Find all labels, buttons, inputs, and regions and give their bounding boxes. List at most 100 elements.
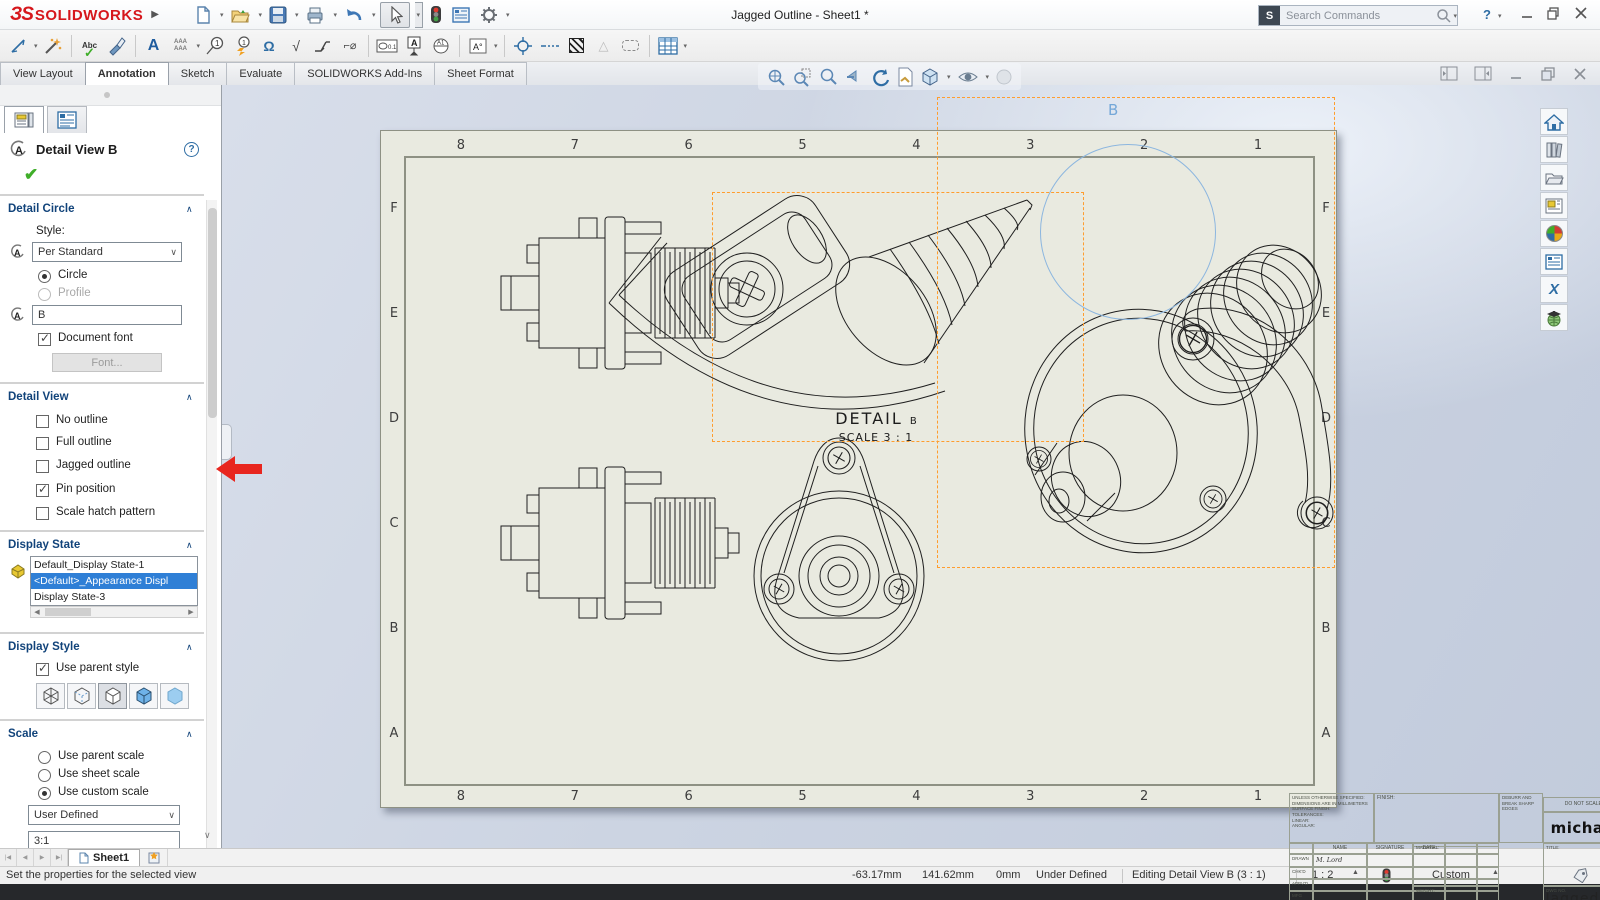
jagged-outline-checkbox[interactable] <box>36 460 49 473</box>
undo-caret[interactable]: ▾ <box>372 11 376 19</box>
section-scale[interactable]: Scale <box>8 728 38 740</box>
tables-icon[interactable] <box>656 33 680 59</box>
pane-left-icon[interactable] <box>1440 66 1458 82</box>
design-binder-button[interactable] <box>449 2 473 28</box>
magnetic-line-icon[interactable]: Ω <box>257 33 281 59</box>
select-tool-button[interactable] <box>380 2 410 28</box>
use-parent-scale-radio[interactable] <box>38 751 51 764</box>
search-icon[interactable] <box>1436 8 1452 24</box>
hidden-lines-visible-style-button[interactable] <box>67 683 96 709</box>
section-display-style[interactable]: Display Style <box>8 641 80 653</box>
hole-callout-icon[interactable]: ⌐⌀ <box>338 33 362 59</box>
status-lights-icon[interactable] <box>427 2 445 28</box>
options-caret[interactable]: ▾ <box>506 11 510 19</box>
learning-resources-icon[interactable] <box>1540 304 1568 331</box>
search-caret[interactable]: ▾ <box>1453 12 1457 20</box>
add-sheet-tab[interactable] <box>140 849 168 866</box>
datum-target-icon[interactable]: A1 <box>429 33 453 59</box>
display-state-hscrollbar[interactable]: ◀▶ <box>30 606 198 618</box>
wireframe-style-button[interactable] <box>36 683 65 709</box>
select-tool-caret[interactable]: ▾ <box>415 2 424 28</box>
revision-symbol-icon[interactable]: 0.1 <box>375 33 399 59</box>
no-outline-checkbox[interactable] <box>36 415 49 428</box>
style-dropdown[interactable]: Per Standard∨ <box>32 242 182 262</box>
home-icon[interactable] <box>1540 108 1568 135</box>
open-caret[interactable]: ▾ <box>258 11 262 19</box>
note-icon[interactable]: A <box>142 33 166 59</box>
detail-letter-input[interactable]: B <box>32 305 182 325</box>
balloon-icon[interactable]: 1 <box>203 33 227 59</box>
pane-right-icon[interactable] <box>1474 66 1492 82</box>
collapse-chevron-icon[interactable]: ∧ <box>186 729 193 740</box>
next-sheet-icon[interactable]: ▶ <box>34 849 51 866</box>
save-button[interactable] <box>266 2 290 28</box>
section-detail-view[interactable]: Detail View <box>8 391 69 403</box>
panel-splitter-handle[interactable] <box>222 424 232 460</box>
file-explorer-icon[interactable] <box>1540 164 1568 191</box>
tab-sheet-format[interactable]: Sheet Format <box>434 62 527 85</box>
use-parent-style-checkbox[interactable] <box>36 663 49 676</box>
scrollbar-thumb[interactable] <box>208 208 217 418</box>
custom-properties-icon[interactable] <box>1540 248 1568 275</box>
tab-view-layout[interactable]: View Layout <box>0 62 86 85</box>
hide-show-caret[interactable]: ▾ <box>986 73 990 81</box>
search-input[interactable]: Search Commands <box>1280 10 1436 22</box>
prev-sheet-icon[interactable]: ◀ <box>17 849 34 866</box>
spell-checker-icon[interactable]: Abc✓ <box>78 33 102 59</box>
new-document-caret[interactable]: ▾ <box>220 11 224 19</box>
shaded-with-edges-style-button[interactable] <box>129 683 158 709</box>
first-sheet-icon[interactable]: |◀ <box>0 849 17 866</box>
options-gear-button[interactable] <box>477 2 501 28</box>
centerline-icon[interactable] <box>538 33 562 59</box>
collapse-chevron-icon[interactable]: ∧ <box>186 204 193 215</box>
full-outline-checkbox[interactable] <box>36 437 49 450</box>
section-display-state[interactable]: Display State <box>8 539 80 551</box>
collapse-chevron-icon[interactable]: ∧ <box>186 392 193 403</box>
drawing-view-front[interactable] <box>754 438 924 661</box>
design-library-icon[interactable] <box>1540 136 1568 163</box>
sheet-properties-icon[interactable] <box>896 67 914 87</box>
pin-position-checkbox[interactable] <box>36 484 49 497</box>
auto-balloon-icon[interactable]: 1 <box>230 33 254 59</box>
scale-hatch-checkbox[interactable] <box>36 507 49 520</box>
sheet1-tab[interactable]: Sheet1 <box>68 849 140 866</box>
revision-cloud-icon[interactable] <box>619 33 643 59</box>
help-button[interactable]: ? <box>1483 7 1491 22</box>
note-area-caret[interactable]: ▾ <box>494 42 498 50</box>
tables-caret[interactable]: ▾ <box>684 42 688 50</box>
configuration-manager-tab[interactable] <box>47 106 87 133</box>
scale-type-dropdown[interactable]: User Defined∨ <box>28 805 180 825</box>
section-detail-circle[interactable]: Detail Circle <box>8 203 74 215</box>
doc-restore-icon[interactable] <box>1540 66 1556 82</box>
tab-annotation[interactable]: Annotation <box>85 62 169 85</box>
display-style-icon[interactable] <box>920 67 940 87</box>
menu-expander-icon[interactable]: ▶ <box>151 9 159 20</box>
close-button[interactable] <box>1574 6 1588 20</box>
center-mark-icon[interactable] <box>511 33 535 59</box>
display-state-item[interactable]: Display State-3 <box>31 589 197 605</box>
note-area-icon[interactable]: A° <box>466 33 490 59</box>
collapse-chevron-icon[interactable]: ∧ <box>186 642 193 653</box>
scroll-left-icon[interactable]: ◀ <box>31 608 43 616</box>
scrollbar-thumb[interactable] <box>45 608 91 616</box>
save-caret[interactable]: ▾ <box>295 11 299 19</box>
collapse-chevron-icon[interactable]: ∧ <box>186 540 193 551</box>
help-caret[interactable]: ▾ <box>1498 12 1502 20</box>
format-painter-icon[interactable] <box>105 33 129 59</box>
scroll-right-icon[interactable]: ▶ <box>185 608 197 616</box>
search-commands-box[interactable]: S Search Commands ▾ <box>1258 5 1458 26</box>
circle-radio[interactable] <box>38 270 51 283</box>
panel-resize-strip[interactable] <box>0 85 221 106</box>
drawing-view-side-bottom[interactable] <box>501 467 739 619</box>
smart-dimension-icon[interactable] <box>6 33 30 59</box>
custom-scale-input[interactable]: 3:1 <box>28 831 180 848</box>
new-document-button[interactable] <box>191 2 215 28</box>
use-sheet-scale-radio[interactable] <box>38 769 51 782</box>
weld-symbol-icon[interactable] <box>311 33 335 59</box>
tab-evaluate[interactable]: Evaluate <box>226 62 295 85</box>
panel-scrollbar[interactable] <box>206 200 217 848</box>
zoom-to-fit-icon[interactable] <box>766 67 786 87</box>
ok-button[interactable]: ✔ <box>24 165 38 185</box>
previous-view-icon[interactable] <box>844 67 864 87</box>
property-manager-tab[interactable] <box>4 106 44 133</box>
